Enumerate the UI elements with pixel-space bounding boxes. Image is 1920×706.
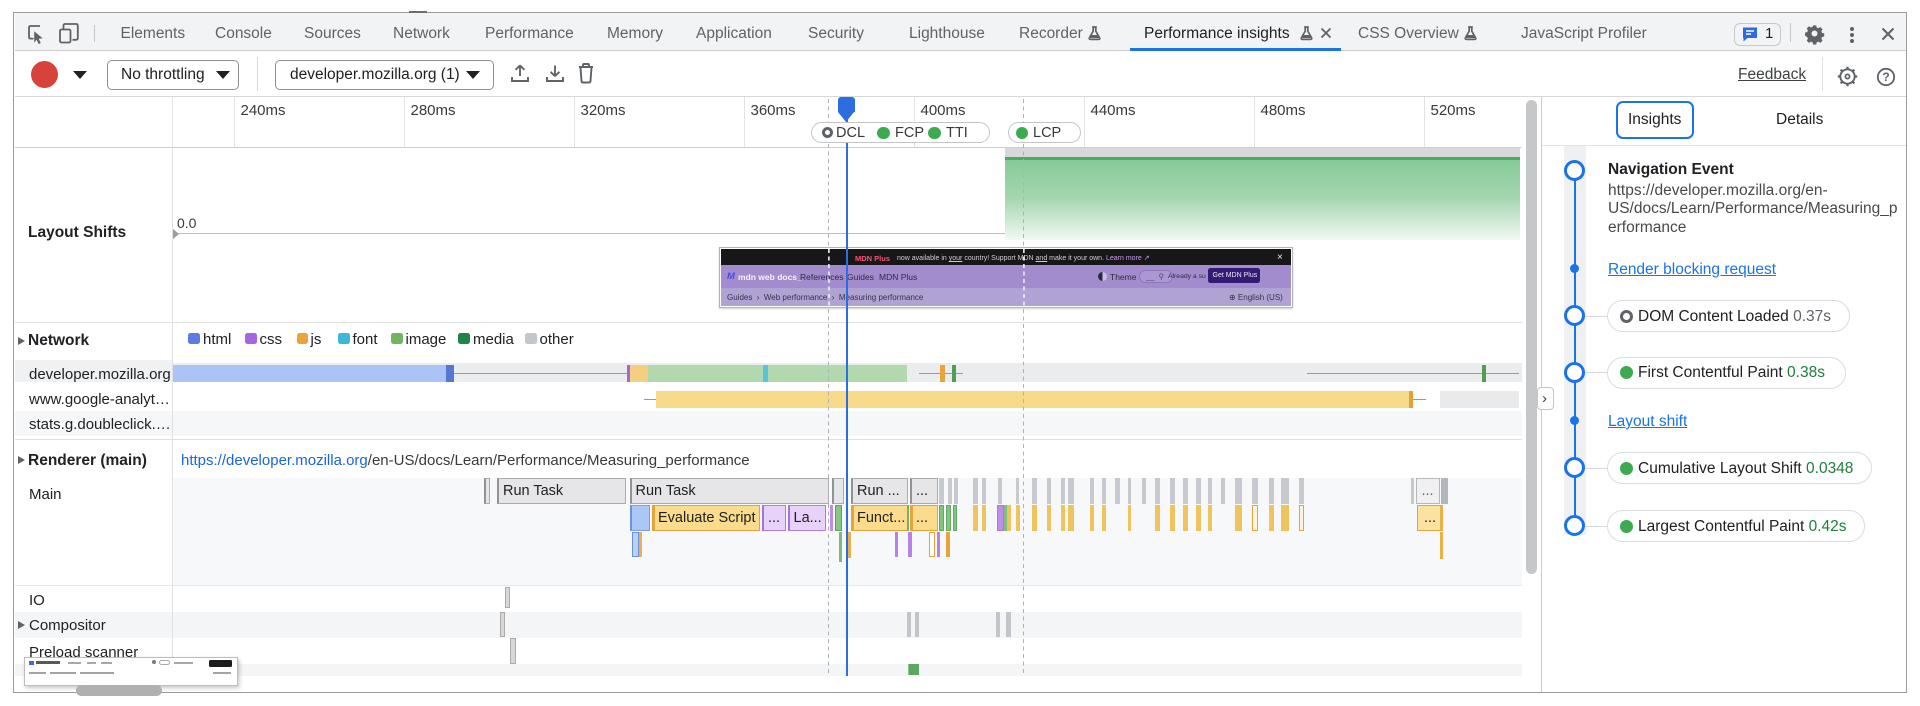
svg-text:?: ? <box>1882 70 1889 84</box>
